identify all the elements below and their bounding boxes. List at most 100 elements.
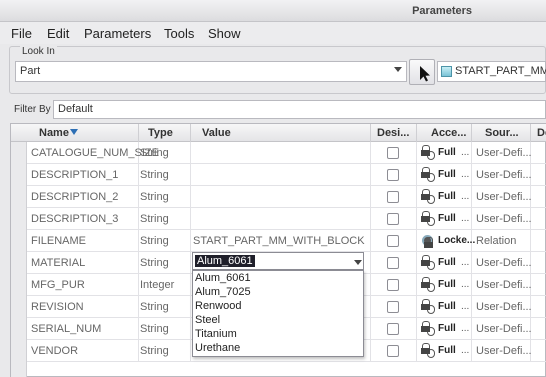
column-divider	[138, 124, 139, 142]
pick-from-model-button[interactable]	[409, 59, 435, 85]
look-in-select[interactable]	[15, 61, 407, 82]
access-value: Full	[438, 147, 456, 158]
column-divider	[471, 124, 472, 142]
access-value: Full	[438, 191, 456, 202]
look-in-label: Look In	[20, 46, 57, 57]
access-ellipsis[interactable]: ...	[461, 345, 469, 356]
column-description-header[interactable]: De	[537, 127, 546, 139]
filter-select[interactable]	[53, 100, 546, 119]
material-option[interactable]: Urethane	[195, 342, 240, 354]
designate-checkbox[interactable]	[387, 191, 399, 203]
model-path-text: START_PART_MM_W	[455, 65, 546, 77]
parameter-name: SERIAL_NUM	[31, 323, 102, 335]
menu-bar	[0, 22, 546, 44]
designate-checkbox[interactable]	[387, 257, 399, 269]
access-ellipsis[interactable]: ...	[461, 147, 469, 158]
column-name-header[interactable]: Name	[39, 127, 69, 139]
column-designate-header[interactable]: Desi...	[377, 127, 409, 139]
menu-parameters[interactable]: Parameters	[84, 26, 151, 41]
parameter-type: String	[140, 345, 169, 357]
column-access-header[interactable]: Acce...	[431, 127, 466, 139]
access-value: Full	[438, 345, 456, 356]
lock-icon	[421, 299, 438, 314]
parameter-type: Integer	[140, 279, 175, 291]
lock-icon	[421, 255, 438, 270]
source-value: User-Defi...	[476, 345, 532, 357]
access-ellipsis[interactable]: ...	[461, 323, 469, 334]
material-option[interactable]: Alum_6061	[195, 272, 251, 284]
source-value: User-Defi...	[476, 323, 532, 335]
sort-down-icon	[70, 129, 78, 135]
filter-label: Filter By	[14, 104, 51, 115]
designate-checkbox[interactable]	[387, 345, 399, 357]
designate-checkbox[interactable]	[387, 169, 399, 181]
menu-show[interactable]: Show	[208, 26, 241, 41]
column-divider	[416, 124, 417, 142]
parameter-name: MFG_PUR	[31, 279, 85, 291]
source-value: User-Defi...	[476, 257, 532, 269]
parameter-type: String	[140, 301, 169, 313]
access-ellipsis[interactable]: ...	[461, 191, 469, 202]
parameter-name: DESCRIPTION_2	[31, 191, 119, 203]
material-option[interactable]: Alum_7025	[195, 286, 251, 298]
access-value: Full	[438, 213, 456, 224]
parameter-type: String	[140, 213, 169, 225]
designate-checkbox[interactable]	[387, 279, 399, 291]
menu-tools[interactable]: Tools	[164, 26, 194, 41]
parameter-name: FILENAME	[31, 235, 87, 247]
menu-file[interactable]: File	[11, 26, 32, 41]
access-ellipsis[interactable]: ...	[461, 257, 469, 268]
access-value: Full	[438, 323, 456, 334]
column-type-header[interactable]: Type	[148, 127, 173, 139]
source-value: User-Defi...	[476, 147, 532, 159]
access-value: Full	[438, 301, 456, 312]
material-option[interactable]: Steel	[195, 314, 220, 326]
parameter-type: String	[140, 191, 169, 203]
row-header-gutter	[11, 142, 27, 377]
source-value: User-Defi...	[476, 191, 532, 203]
lock-icon	[421, 343, 438, 358]
lock-icon	[421, 277, 438, 292]
menu-edit[interactable]: Edit	[47, 26, 69, 41]
lock-icon	[421, 145, 438, 160]
column-divider	[530, 124, 531, 142]
parameter-type: String	[140, 323, 169, 335]
access-ellipsis[interactable]: ...	[461, 213, 469, 224]
parameter-value[interactable]: START_PART_MM_WITH_BLOCK	[193, 235, 365, 247]
access-value: Locke...	[438, 235, 476, 246]
access-ellipsis[interactable]: ...	[461, 279, 469, 290]
column-value-header[interactable]: Value	[202, 127, 231, 139]
parameter-name: MATERIAL	[31, 257, 86, 269]
parameter-type: String	[140, 235, 169, 247]
parameter-name: DESCRIPTION_3	[31, 213, 119, 225]
designate-checkbox[interactable]	[387, 323, 399, 335]
lock-icon	[421, 211, 438, 226]
column-source-header[interactable]: Sour...	[485, 127, 519, 139]
lock-icon	[421, 189, 438, 204]
part-icon	[441, 66, 452, 77]
designate-checkbox[interactable]	[387, 147, 399, 159]
parameter-type: String	[140, 147, 169, 159]
parameter-type: String	[140, 257, 169, 269]
parameter-name: DESCRIPTION_1	[31, 169, 119, 181]
chevron-down-icon[interactable]	[394, 67, 402, 72]
parameter-type: String	[140, 169, 169, 181]
designate-checkbox[interactable]	[387, 235, 399, 247]
chevron-down-icon[interactable]	[354, 260, 362, 265]
designate-checkbox[interactable]	[387, 213, 399, 225]
parameter-name: REVISION	[31, 301, 84, 313]
access-value: Full	[438, 257, 456, 268]
parameter-name: VENDOR	[31, 345, 79, 357]
cursor-icon	[420, 66, 430, 82]
locked-status-icon	[422, 235, 433, 248]
access-ellipsis[interactable]: ...	[461, 301, 469, 312]
material-option[interactable]: Titanium	[195, 328, 237, 340]
material-selected-value: Alum_6061	[195, 255, 255, 267]
access-ellipsis[interactable]: ...	[461, 169, 469, 180]
designate-checkbox[interactable]	[387, 301, 399, 313]
access-value: Full	[438, 169, 456, 180]
material-option[interactable]: Renwood	[195, 300, 241, 312]
column-divider	[370, 124, 371, 142]
source-value: User-Defi...	[476, 169, 532, 181]
column-divider	[190, 124, 191, 142]
